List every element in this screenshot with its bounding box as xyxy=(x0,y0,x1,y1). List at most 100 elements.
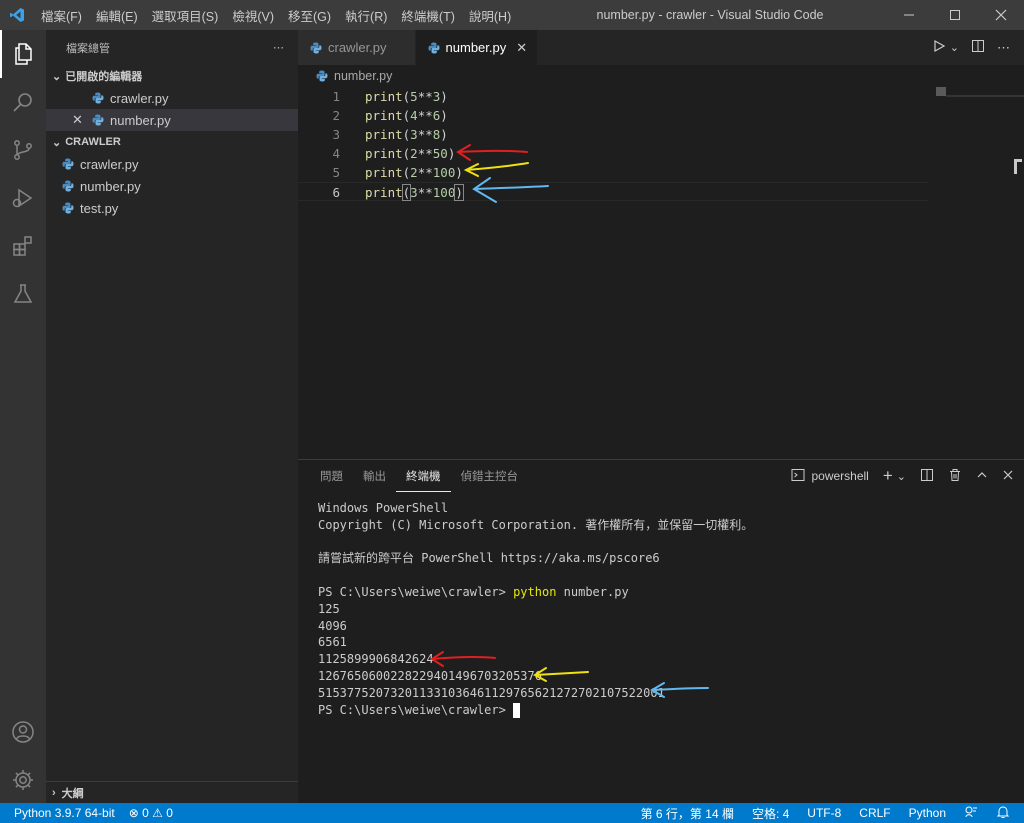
code-fn: print xyxy=(365,127,403,142)
file-item[interactable]: test.py xyxy=(46,197,298,219)
file-item[interactable]: number.py xyxy=(46,175,298,197)
file-label: test.py xyxy=(80,200,119,216)
title-bar: 檔案(F) 編輯(E) 選取項目(S) 檢視(V) 移至(G) 執行(R) 終端… xyxy=(0,0,1024,30)
run-debug-icon[interactable] xyxy=(0,174,46,222)
breadcrumb[interactable]: number.py xyxy=(298,65,392,87)
code-op: ** xyxy=(417,89,433,104)
notifications-bell-icon[interactable] xyxy=(996,805,1010,822)
code-line[interactable]: 2 print(4**6) xyxy=(298,106,928,125)
python-file-icon xyxy=(62,202,74,214)
language-mode[interactable]: Python xyxy=(909,806,946,820)
code-fn: print xyxy=(365,89,403,104)
code-editor[interactable]: 1 print(5**3) 2 print(4**6) 3 print(3**8… xyxy=(298,87,1024,459)
menu-go[interactable]: 移至(G) xyxy=(281,6,338,25)
code-op: ** xyxy=(417,165,433,180)
extensions-icon[interactable] xyxy=(0,222,46,270)
window-controls xyxy=(886,0,1024,30)
add-terminal-icon[interactable]: + xyxy=(883,466,893,486)
code-num: 3 xyxy=(410,127,418,142)
menu-help[interactable]: 說明(H) xyxy=(462,6,518,25)
menu-run[interactable]: 執行(R) xyxy=(338,6,394,25)
line-number: 6 xyxy=(332,185,340,200)
code-punct: ) xyxy=(440,89,448,104)
more-actions-icon[interactable]: ⋯ xyxy=(997,40,1010,56)
explorer-icon[interactable] xyxy=(0,30,46,78)
editor-actions: ⌄ ⋯ xyxy=(932,30,1024,65)
code-line-current[interactable]: 6 print(3**100) xyxy=(298,182,928,201)
menu-view[interactable]: 檢視(V) xyxy=(225,6,281,25)
open-editor-label: number.py xyxy=(110,112,171,128)
folder-title: CRAWLER xyxy=(65,136,121,148)
settings-gear-icon[interactable] xyxy=(0,756,46,804)
more-actions-icon[interactable]: ⋯ xyxy=(273,41,284,54)
terminal-output-line: 5153775207320113310364611297656212727021… xyxy=(318,685,665,700)
encoding[interactable]: UTF-8 xyxy=(807,806,841,820)
tab-output[interactable]: 輸出 xyxy=(353,460,396,492)
problems-indicator[interactable]: ⊗ 0 ⚠ 0 xyxy=(129,806,173,820)
tab-number[interactable]: number.py ✕ xyxy=(415,30,539,65)
code-fn: print xyxy=(365,165,403,180)
run-play-icon[interactable] xyxy=(932,39,946,56)
line-number: 3 xyxy=(332,127,340,142)
breadcrumb-file: number.py xyxy=(334,69,393,83)
chevron-up-icon[interactable] xyxy=(976,469,988,484)
code-num: 50 xyxy=(432,146,448,161)
tab-crawler[interactable]: crawler.py xyxy=(298,30,416,65)
chevron-down-icon: ⌄ xyxy=(52,136,62,149)
bottom-panel: 問題 輸出 終端機 偵錯主控台 powershell + ⌄ Windows P… xyxy=(298,459,1024,803)
split-terminal-icon[interactable] xyxy=(920,468,934,485)
feedback-icon[interactable] xyxy=(964,805,978,822)
close-icon[interactable] xyxy=(1002,469,1014,484)
maximize-icon[interactable] xyxy=(932,0,978,30)
open-editor-item[interactable]: crawler.py xyxy=(46,87,298,109)
terminal-output-line: 4096 xyxy=(318,618,347,633)
menu-file[interactable]: 檔案(F) xyxy=(34,6,89,25)
cursor-position[interactable]: 第 6 行，第 14 欄 xyxy=(641,805,734,822)
search-icon[interactable] xyxy=(0,78,46,126)
status-right: 第 6 行，第 14 欄 空格: 4 UTF-8 CRLF Python xyxy=(641,805,1010,822)
open-editor-item-active[interactable]: ✕ number.py xyxy=(46,109,298,131)
tab-terminal[interactable]: 終端機 xyxy=(396,460,451,492)
testing-flask-icon[interactable] xyxy=(0,270,46,318)
menu-edit[interactable]: 編輯(E) xyxy=(89,6,145,25)
minimize-icon[interactable] xyxy=(886,0,932,30)
code-line[interactable]: 1 print(5**3) xyxy=(298,87,928,106)
chevron-down-icon[interactable]: ⌄ xyxy=(950,41,959,54)
panel-actions: powershell + ⌄ xyxy=(791,460,1014,492)
account-icon[interactable] xyxy=(0,708,46,756)
source-control-icon[interactable] xyxy=(0,126,46,174)
close-icon[interactable]: ✕ xyxy=(516,40,527,56)
indentation[interactable]: 空格: 4 xyxy=(752,805,789,822)
outline-title: 大綱 xyxy=(61,787,84,800)
terminal-prompt: PS C:\Users\weiwe\crawler> xyxy=(318,702,514,717)
code-line[interactable]: 5 print(2**100) xyxy=(298,163,928,182)
outline-section[interactable]: › 大綱 xyxy=(46,781,298,803)
code-line[interactable]: 3 print(3**8) xyxy=(298,125,928,144)
tab-problems[interactable]: 問題 xyxy=(310,460,353,492)
code-op: ** xyxy=(417,146,433,161)
close-icon[interactable]: ✕ xyxy=(72,112,92,128)
folder-section[interactable]: ⌄ CRAWLER xyxy=(46,131,298,153)
status-left: Python 3.9.7 64-bit ⊗ 0 ⚠ 0 xyxy=(0,806,173,820)
menu-terminal[interactable]: 終端機(T) xyxy=(394,6,461,25)
menu-selection[interactable]: 選取項目(S) xyxy=(145,6,226,25)
code-op: ** xyxy=(417,185,433,200)
minimap[interactable] xyxy=(936,87,1024,459)
python-interpreter[interactable]: Python 3.9.7 64-bit xyxy=(14,806,115,820)
code-line[interactable]: 4 print(2**50) xyxy=(298,144,928,163)
terminal-output[interactable]: Windows PowerShell Copyright (C) Microso… xyxy=(318,500,753,718)
tab-debug-console[interactable]: 偵錯主控台 xyxy=(451,460,529,492)
split-editor-icon[interactable] xyxy=(971,39,985,56)
chevron-down-icon[interactable]: ⌄ xyxy=(897,470,906,483)
close-window-icon[interactable] xyxy=(978,0,1024,30)
terminal-command: python xyxy=(513,584,557,599)
shell-label[interactable]: powershell xyxy=(811,469,868,483)
editor-tabs: crawler.py number.py ✕ ⌄ ⋯ xyxy=(298,30,1024,65)
chevron-right-icon: › xyxy=(52,786,56,799)
error-icon: ⊗ xyxy=(128,806,139,820)
line-ending[interactable]: CRLF xyxy=(859,806,890,820)
file-item[interactable]: crawler.py xyxy=(46,153,298,175)
open-editors-section[interactable]: ⌄ 已開啟的編輯器 xyxy=(46,65,298,87)
trash-icon[interactable] xyxy=(948,468,962,485)
window-title: number.py - crawler - Visual Studio Code xyxy=(596,8,824,22)
